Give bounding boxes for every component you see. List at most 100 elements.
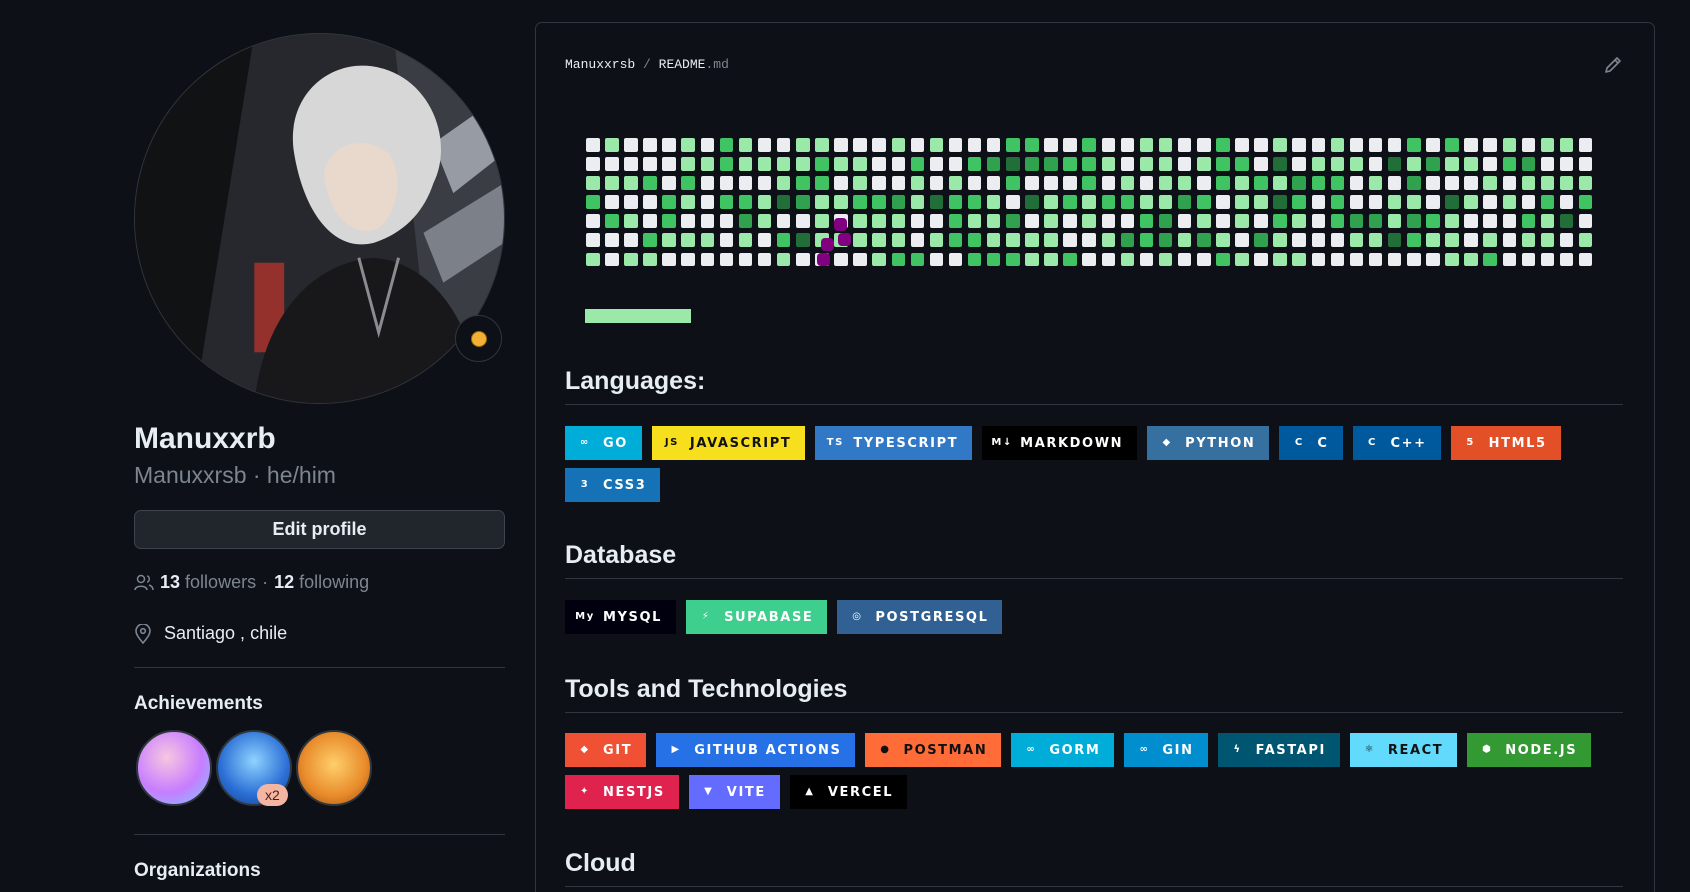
contribution-cell <box>1139 176 1154 190</box>
badge-nestjs[interactable]: ✦ NESTJS <box>565 775 679 809</box>
contribution-cell <box>891 233 905 247</box>
contribution-cell <box>796 233 810 247</box>
contribution-cell <box>738 214 753 228</box>
cloud-heading: Cloud <box>565 849 1623 887</box>
followers-link[interactable]: 13 followers <box>160 572 256 593</box>
contribution-cell <box>1559 233 1574 247</box>
badge-postgresql[interactable]: ◎ POSTGRESQL <box>837 600 1003 634</box>
contribution-cell <box>1578 233 1593 247</box>
badge-node-js[interactable]: ⬢ NODE.JS <box>1467 733 1592 767</box>
contribution-cell <box>1044 176 1058 190</box>
contribution-cell <box>586 214 600 228</box>
contribution-cell <box>1139 252 1154 267</box>
badge-gin[interactable]: ∞ GIN <box>1124 733 1208 767</box>
snake-segment <box>834 218 847 231</box>
snake-segment <box>817 253 830 266</box>
achievement-quickdraw-badge[interactable] <box>296 730 372 806</box>
contribution-cell <box>815 157 829 171</box>
badge-mysql[interactable]: My MYSQL <box>565 600 677 634</box>
contribution-cell <box>1483 214 1497 228</box>
contribution-cell <box>719 233 734 247</box>
contribution-cell <box>1502 157 1516 171</box>
contribution-cell <box>872 157 886 171</box>
contribution-cell <box>1235 195 1249 209</box>
contribution-cell <box>643 214 657 228</box>
readme-owner-link[interactable]: Manuxxrsb <box>565 57 635 72</box>
badge-postman[interactable]: ● POSTMAN <box>865 733 1002 767</box>
contribution-cell <box>1063 157 1077 171</box>
contribution-cell <box>1330 252 1345 267</box>
badge-markdown[interactable]: M↓ MARKDOWN <box>982 426 1138 460</box>
contribution-cell <box>929 252 944 267</box>
badge-typescript[interactable]: TS TYPESCRIPT <box>815 426 973 460</box>
contribution-cell <box>1197 176 1211 190</box>
contribution-cell <box>1006 214 1020 228</box>
badge-javascript[interactable]: JS JAVASCRIPT <box>651 426 806 460</box>
contribution-cell <box>662 214 676 228</box>
contribution-cell <box>1025 214 1039 228</box>
database-badges: My MYSQL ⚡ SUPABASE ◎ POSTGRESQL <box>565 600 1625 634</box>
badge-gorm[interactable]: ∞ GORM <box>1011 733 1115 767</box>
contribution-cell <box>719 214 734 228</box>
contribution-cell <box>948 233 963 247</box>
contribution-cell <box>1387 195 1402 209</box>
contribution-cell <box>662 157 676 171</box>
contribution-cell <box>1216 195 1230 209</box>
contribution-cell <box>757 233 772 247</box>
badge-c[interactable]: CC <box>1279 426 1343 460</box>
badge-html5[interactable]: 5 HTML5 <box>1450 426 1561 460</box>
contribution-cell <box>1006 176 1020 190</box>
badge-python[interactable]: ◆ PYTHON <box>1147 426 1270 460</box>
contribution-cell <box>719 157 734 171</box>
badge-fastapi[interactable]: ϟ FASTAPI <box>1217 733 1340 767</box>
badge-label: POSTGRESQL <box>875 609 989 625</box>
contribution-cell <box>1082 157 1096 171</box>
badge-vercel[interactable]: ▲ VERCEL <box>789 775 908 809</box>
contribution-cell <box>1197 233 1211 247</box>
avatar[interactable] <box>134 33 505 404</box>
contribution-cell <box>700 138 715 152</box>
following-link[interactable]: 12 following <box>274 572 369 593</box>
badge-label: GITHUB ACTIONS <box>694 742 842 758</box>
contribution-cell <box>776 214 791 228</box>
badge-go[interactable]: ∞ GO <box>565 426 642 460</box>
badge-supabase[interactable]: ⚡ SUPABASE <box>686 600 828 634</box>
contribution-cell <box>1197 157 1211 171</box>
css3-icon: 3 <box>580 479 590 490</box>
contribution-cell <box>1216 176 1230 190</box>
contribution-cell <box>1311 233 1326 247</box>
readme-file-link[interactable]: README.md <box>659 57 729 72</box>
badge-c-[interactable]: C C++ <box>1352 426 1441 460</box>
contribution-cell <box>681 214 695 228</box>
contribution-cell <box>967 252 982 267</box>
edit-profile-button[interactable]: Edit profile <box>134 510 505 549</box>
contribution-cell <box>967 233 982 247</box>
contribution-cell <box>796 157 810 171</box>
contribution-cell <box>853 252 867 267</box>
contribution-cell <box>1158 214 1173 228</box>
contribution-cell <box>986 157 1001 171</box>
contribution-cell <box>700 252 715 267</box>
profile-username-pronouns: Manuxxrsb · he/him <box>134 462 336 488</box>
badge-react[interactable]: ⚛ REACT <box>1349 733 1458 767</box>
contribution-cell <box>700 233 715 247</box>
contribution-cell <box>986 252 1001 267</box>
contribution-cell <box>681 138 695 152</box>
achievement-yolo-badge[interactable] <box>136 730 212 806</box>
contribution-cell <box>986 176 1001 190</box>
badge-vite[interactable]: ▼ VITE <box>688 775 780 809</box>
badge-github-actions[interactable]: ▶ GITHUB ACTIONS <box>656 733 856 767</box>
contribution-cell <box>1006 157 1020 171</box>
contribution-cell <box>757 252 772 267</box>
badge-css3[interactable]: 3 CSS3 <box>565 468 661 502</box>
pencil-icon[interactable] <box>1603 55 1623 75</box>
readme-breadcrumb: Manuxxrsb / README.md <box>565 57 729 72</box>
contribution-snake-grid <box>586 138 1593 267</box>
contribution-cell <box>605 138 619 152</box>
contribution-cell <box>1426 214 1440 228</box>
contribution-cell <box>1559 195 1574 209</box>
status-emoji-button[interactable] <box>455 315 502 362</box>
badge-git[interactable]: ◆ GIT <box>565 733 647 767</box>
typescript-icon: TS <box>826 437 844 448</box>
contribution-cell <box>1502 138 1516 152</box>
